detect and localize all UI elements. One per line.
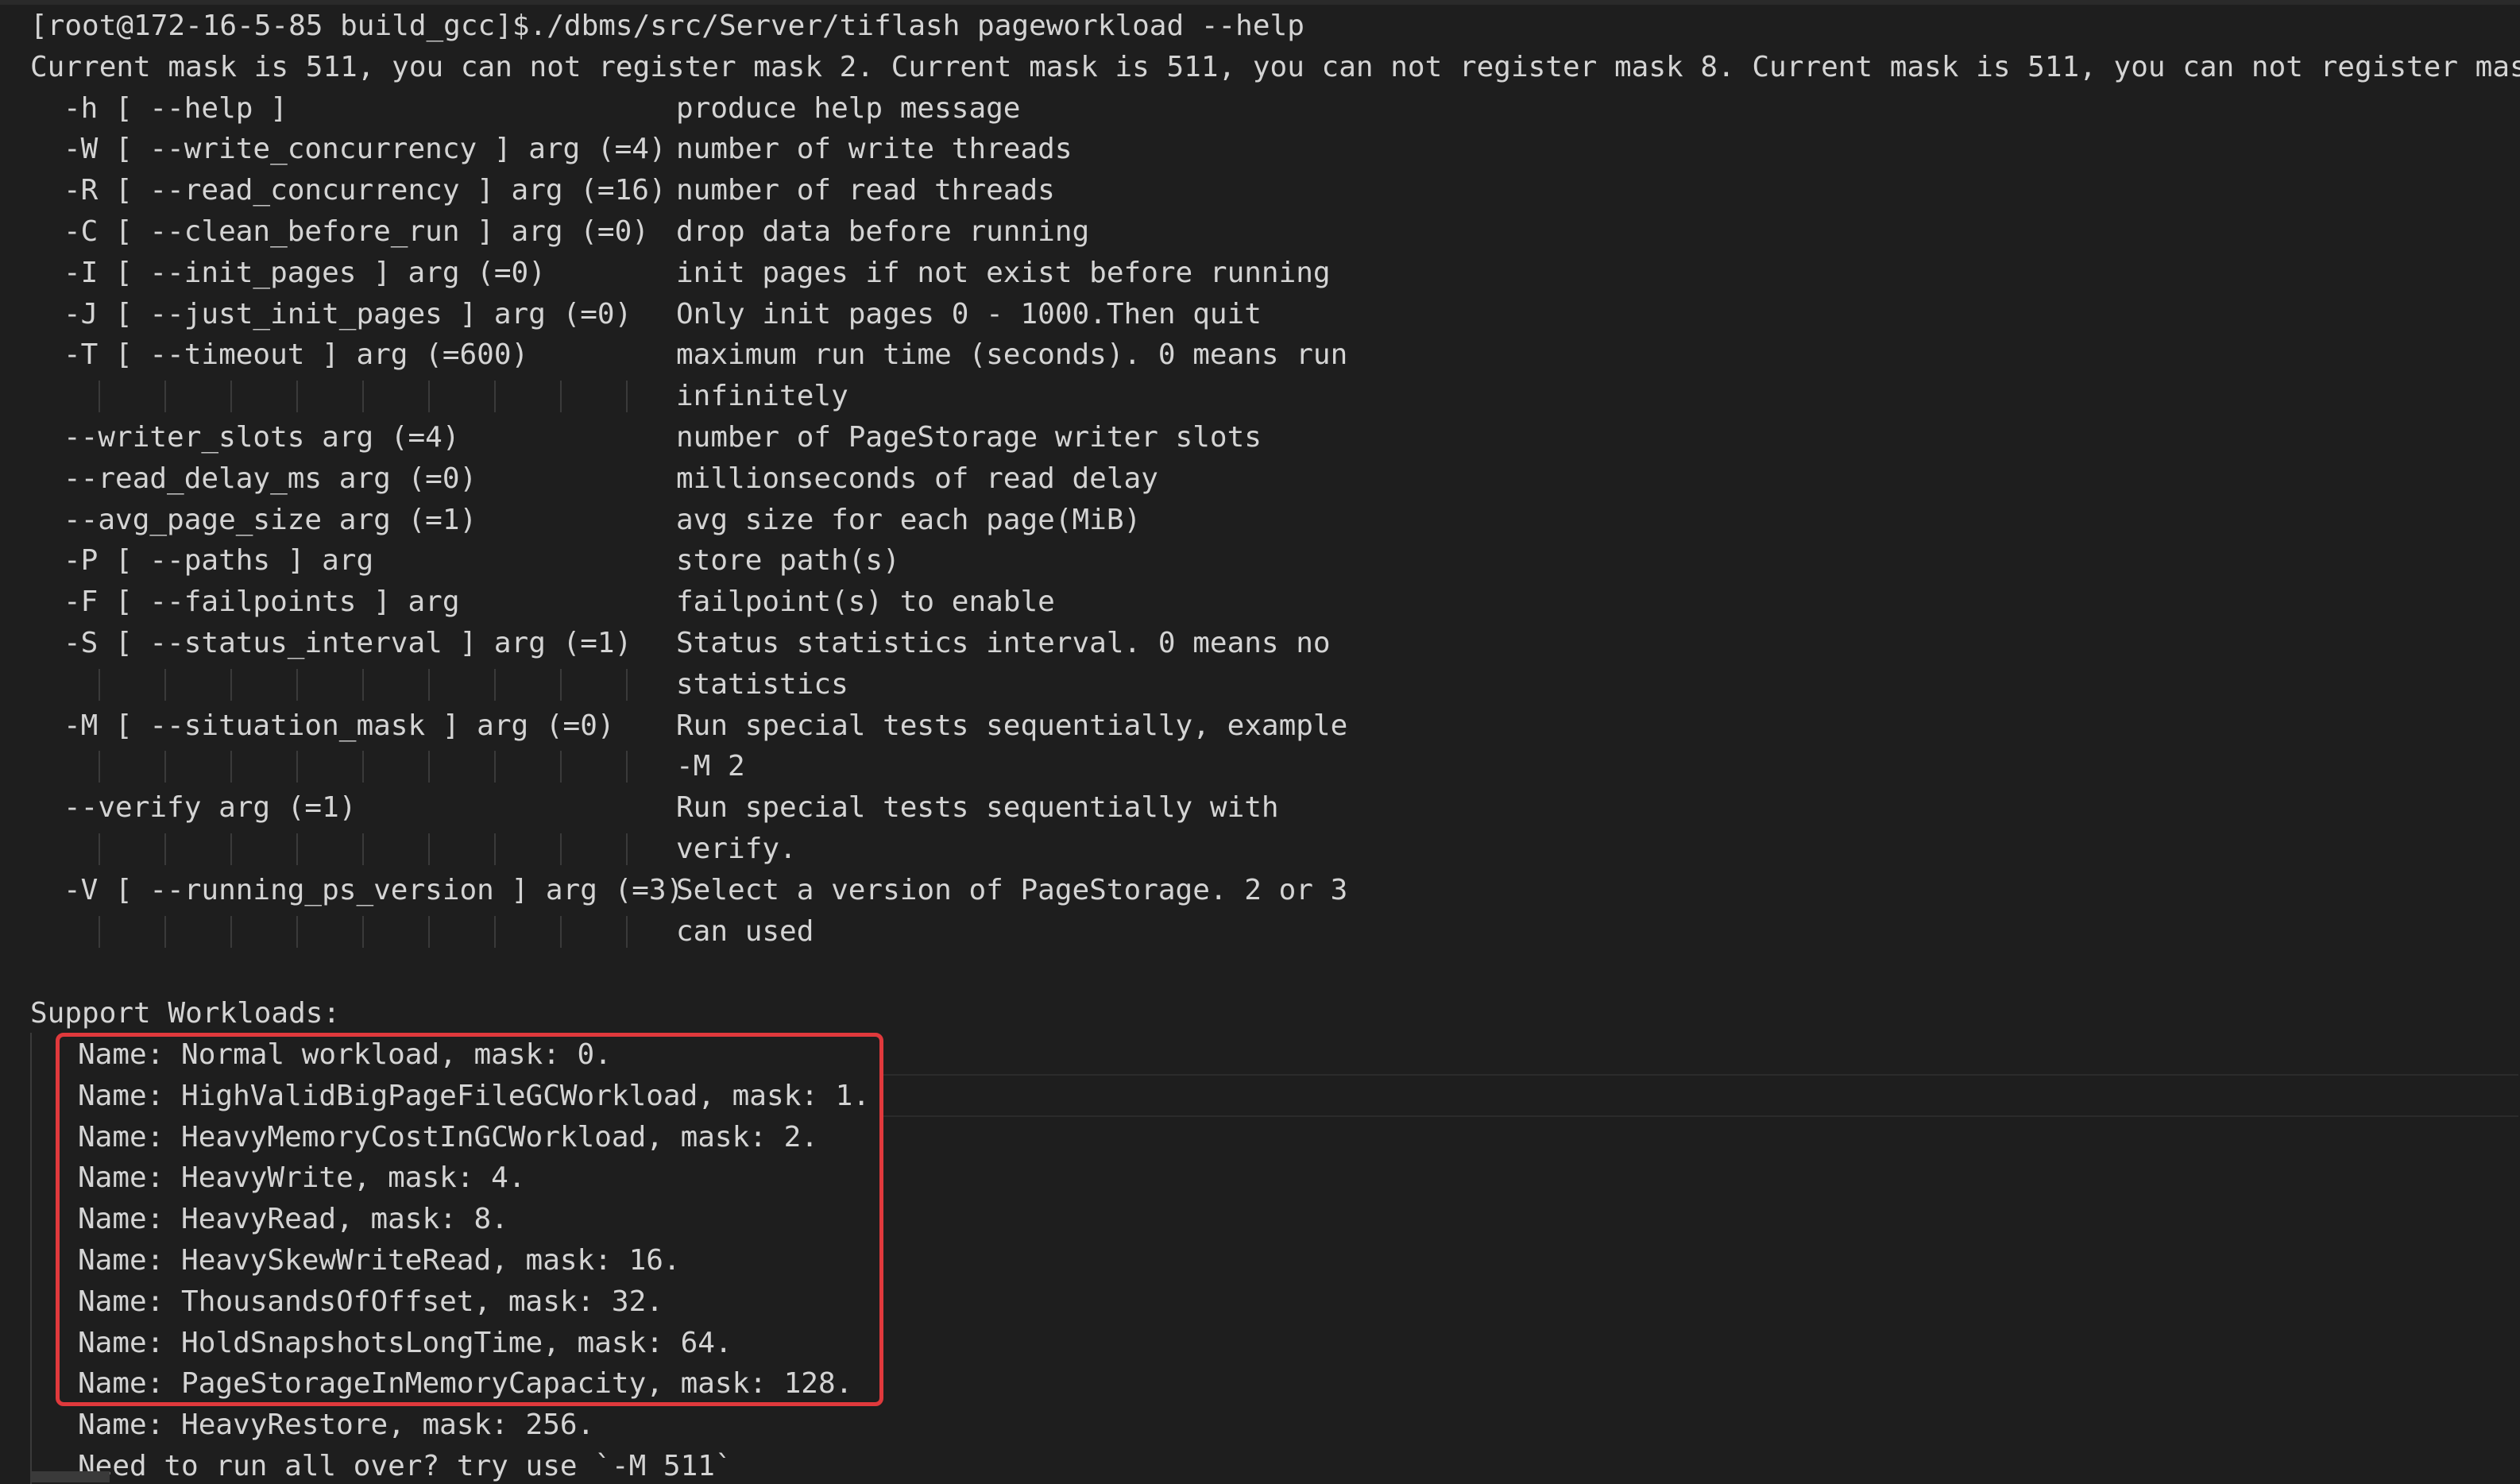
option-flag: -F [ --failpoints ] arg: [64, 585, 460, 619]
option-description: millionseconds of read delay: [676, 462, 1158, 495]
command-prompt-line: [root@172-16-5-85 build_gcc]$./dbms/src/…: [30, 10, 1304, 42]
option-description: Only init pages 0 - 1000.Then quit: [676, 297, 1262, 330]
option-row: --read_delay_ms arg (=0) millionseconds o…: [30, 458, 2509, 500]
option-flag: --read_delay_ms arg (=0): [64, 462, 477, 495]
option-continuation-row: verify.: [30, 829, 2509, 870]
option-description: infinitely: [676, 380, 848, 413]
option-description: drop data before running: [676, 214, 1090, 248]
option-description: number of write threads: [676, 133, 1073, 166]
option-description: Run special tests sequentially with: [676, 791, 1279, 825]
option-row: -P [ --paths ] arg store path(s): [30, 540, 2509, 582]
option-description: produce help message: [676, 91, 1021, 125]
option-row: -C [ --clean_before_run ] arg (=0) drop d…: [30, 211, 2509, 253]
option-description: can used: [676, 914, 814, 948]
option-row: -S [ --status_interval ] arg (=1) Status …: [30, 623, 2509, 664]
current-line-highlight-bottom: [882, 1115, 2518, 1117]
option-flag: -T [ --timeout ] arg (=600): [64, 338, 529, 372]
option-row: -J [ --just_init_pages ] arg (=0) Only in…: [30, 294, 2509, 335]
run-all-hint: Need to run all over? try use `-M 511`: [78, 1449, 732, 1482]
horizontal-scrollbar-thumb[interactable]: [30, 1471, 110, 1482]
mask-warning-line: Current mask is 511, you can not registe…: [30, 50, 2520, 83]
option-row: -T [ --timeout ] arg (=600) maximum run t…: [30, 334, 2509, 376]
options-list: -h [ --help ] produce help message -W [ --…: [30, 88, 2509, 953]
indent-guides: [99, 664, 671, 705]
option-row: -W [ --write_concurrency ] arg (=4) numbe…: [30, 129, 2509, 170]
indent-guides: [99, 376, 671, 417]
indent-guides: [99, 911, 671, 953]
option-description: number of read threads: [676, 174, 1055, 207]
option-flag: -J [ --just_init_pages ] arg (=0): [64, 297, 632, 330]
current-line-highlight: [882, 1074, 2518, 1076]
option-row: -M [ --situation_mask ] arg (=0) Run spec…: [30, 705, 2509, 747]
option-continuation-row: infinitely: [30, 376, 2509, 417]
option-flag: -S [ --status_interval ] arg (=1): [64, 626, 632, 659]
option-row: --writer_slots arg (=4) number of PageSto…: [30, 417, 2509, 458]
option-description: Status statistics interval. 0 means no: [676, 626, 1331, 659]
option-row: -R [ --read_concurrency ] arg (=16) numbe…: [30, 170, 2509, 211]
option-flag: -h [ --help ]: [64, 91, 288, 125]
option-row: -F [ --failpoints ] arg failpoint(s) to e…: [30, 582, 2509, 623]
option-continuation-row: -M 2: [30, 746, 2509, 787]
option-flag: --avg_page_size arg (=1): [64, 503, 477, 536]
option-description: init pages if not exist before running: [676, 256, 1331, 289]
option-description: maximum run time (seconds). 0 means run: [676, 338, 1348, 372]
option-row: --verify arg (=1) Run special tests seque…: [30, 787, 2509, 829]
window-top-border: [0, 0, 2520, 5]
option-description: verify.: [676, 832, 797, 865]
indent-guides: [99, 746, 671, 787]
workloads-gutter-line: [30, 1033, 32, 1484]
option-description: number of PageStorage writer slots: [676, 420, 1262, 454]
option-description: store path(s): [676, 544, 900, 578]
option-flag: --writer_slots arg (=4): [64, 420, 460, 454]
option-flag: -R [ --read_concurrency ] arg (=16): [64, 174, 667, 207]
option-flag: -I [ --init_pages ] arg (=0): [64, 256, 546, 289]
option-flag: -V [ --running_ps_version ] arg (=3): [64, 873, 684, 906]
option-row: -h [ --help ] produce help message: [30, 88, 2509, 129]
option-description: -M 2: [676, 750, 745, 783]
option-description: statistics: [676, 667, 848, 701]
option-description: avg size for each page(MiB): [676, 503, 1142, 536]
option-flag: --verify arg (=1): [64, 791, 357, 825]
option-flag: -C [ --clean_before_run ] arg (=0): [64, 214, 649, 248]
option-description: Run special tests sequentially, example: [676, 709, 1348, 742]
workload-item: Name: HeavyRestore, mask: 256.: [78, 1409, 595, 1442]
option-description: failpoint(s) to enable: [676, 585, 1055, 619]
option-row: -I [ --init_pages ] arg (=0) init pages i…: [30, 253, 2509, 294]
option-row: -V [ --running_ps_version ] arg (=3) Sele…: [30, 870, 2509, 911]
workloads-header: Support Workloads:: [30, 997, 341, 1030]
option-flag: -P [ --paths ] arg: [64, 544, 374, 578]
option-continuation-row: can used: [30, 911, 2509, 953]
option-flag: -M [ --situation_mask ] arg (=0): [64, 709, 615, 742]
option-continuation-row: statistics: [30, 664, 2509, 705]
option-flag: -W [ --write_concurrency ] arg (=4): [64, 133, 667, 166]
workloads-highlight-box: [56, 1033, 883, 1406]
indent-guides: [99, 829, 671, 870]
option-description: Select a version of PageStorage. 2 or 3: [676, 873, 1348, 906]
option-row: --avg_page_size arg (=1) avg size for eac…: [30, 500, 2509, 541]
